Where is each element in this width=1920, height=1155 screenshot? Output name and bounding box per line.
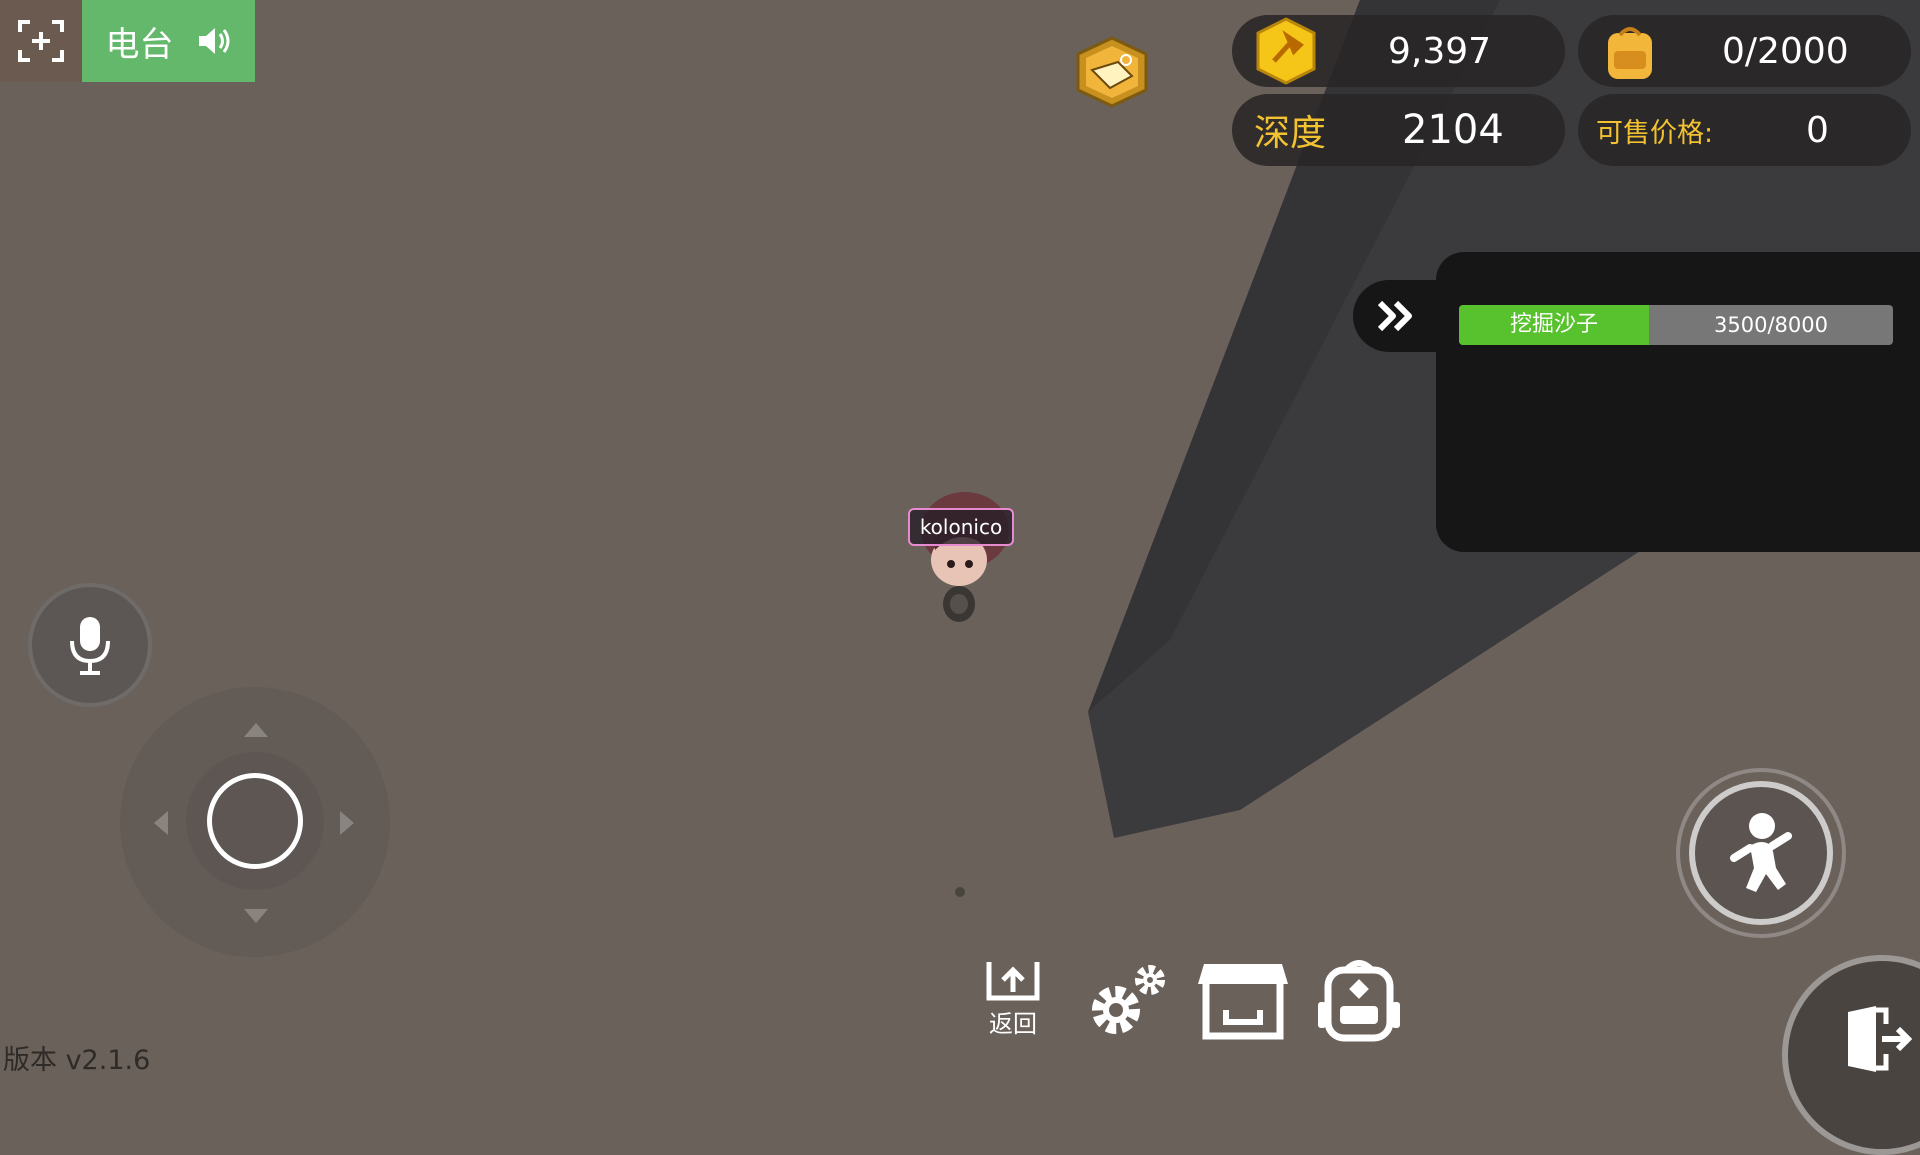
version-label: 版本 v2.1.6 [3, 1045, 151, 1076]
player-name-tag: kolonico [908, 508, 1014, 546]
fullscreen-button[interactable] [0, 0, 82, 82]
boost-icon[interactable] [1074, 36, 1150, 108]
sell-price-value: 0 [1806, 109, 1829, 151]
bag-capacity-display: 0/2000 [1578, 15, 1911, 87]
back-button[interactable]: 返回 [980, 958, 1046, 1042]
depth-label: 深度 [1254, 113, 1327, 154]
double-chevron-icon [1377, 300, 1412, 332]
microphone-icon [70, 617, 110, 675]
jump-button[interactable] [1676, 768, 1846, 938]
sell-price-display: 可售价格: 0 [1578, 94, 1911, 166]
task-progress-text: 3500/8000 [1714, 313, 1828, 337]
settings-icon [1092, 965, 1165, 1034]
task-progress-bar: 挖掘沙子 3500/8000 [1459, 305, 1893, 345]
task-panel-toggle[interactable] [1353, 280, 1439, 352]
back-icon [986, 962, 1040, 1001]
shop-icon [1198, 964, 1288, 1040]
fullscreen-icon [18, 20, 64, 62]
bag-icon [1318, 960, 1400, 1042]
bag-capacity-value: 0/2000 [1722, 30, 1849, 72]
inventory-button[interactable] [1314, 958, 1404, 1042]
joystick-left-arrow [154, 811, 168, 835]
voice-chat-button[interactable] [28, 583, 152, 707]
coins-value: 9,397 [1388, 30, 1492, 72]
depth-display: 深度 2104 [1232, 94, 1565, 166]
shop-button[interactable] [1196, 958, 1290, 1042]
sell-price-label: 可售价格: [1596, 117, 1714, 149]
radio-label: 电台 [105, 24, 174, 65]
task-name: 挖掘沙子 [1509, 312, 1598, 337]
speaker-icon [198, 28, 229, 54]
jump-icon [1730, 813, 1792, 892]
joystick-ring [207, 773, 303, 869]
depth-value: 2104 [1402, 107, 1504, 153]
coin-shovel-icon [1256, 17, 1316, 85]
task-panel [1436, 252, 1920, 552]
joystick-up-arrow [244, 723, 268, 737]
joystick-down-arrow [244, 909, 268, 923]
exit-icon [1848, 1006, 1912, 1072]
jump-button-inner [1689, 781, 1833, 925]
settings-button[interactable] [1084, 958, 1170, 1042]
back-label: 返回 [989, 1010, 1037, 1038]
coins-display: 9,397 [1232, 15, 1565, 87]
radio-button[interactable]: 电台 [82, 0, 255, 82]
joystick-knob[interactable] [186, 752, 324, 890]
backpack-icon [1608, 27, 1652, 79]
joystick-right-arrow [340, 811, 354, 835]
